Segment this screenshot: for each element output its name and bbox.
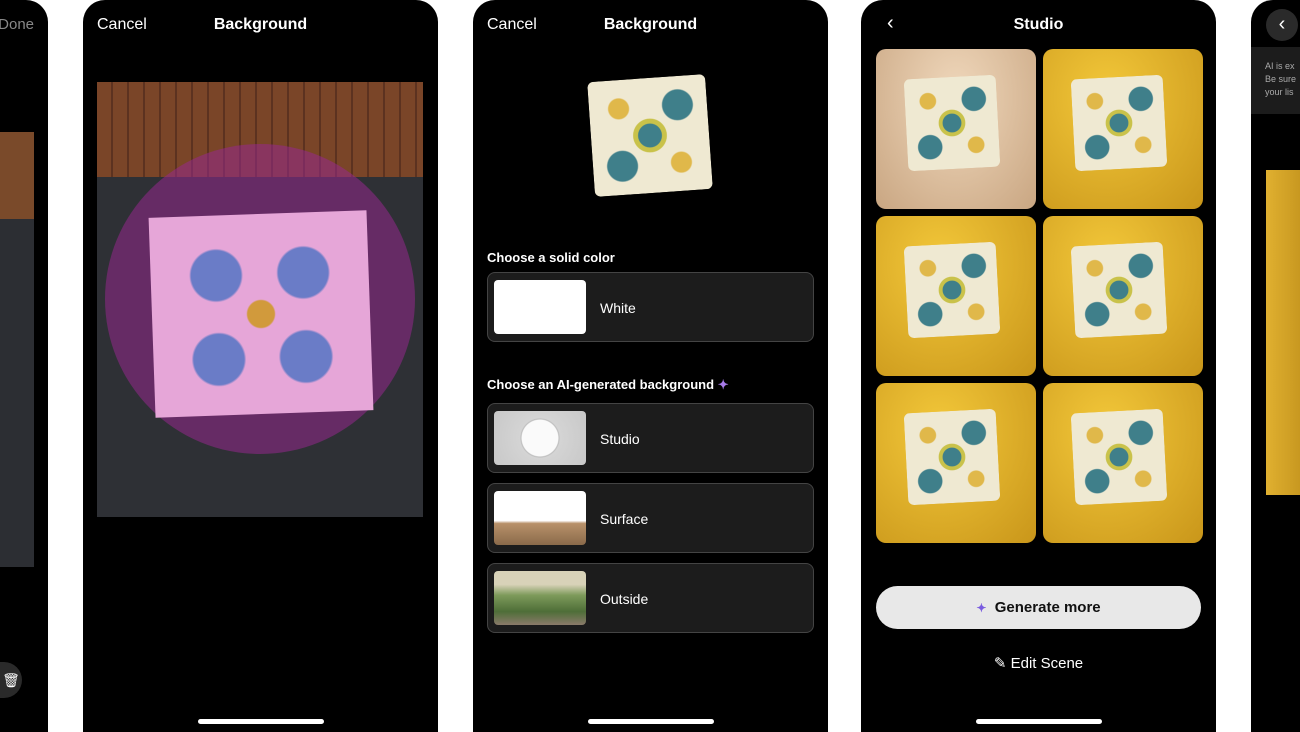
photo-preview — [0, 132, 34, 567]
generated-image[interactable] — [1043, 383, 1203, 543]
option-studio[interactable]: Studio — [487, 403, 814, 473]
generate-more-button[interactable]: ✦ Generate more — [876, 586, 1201, 629]
sparkle-icon: ✦ — [976, 601, 987, 615]
generated-image[interactable] — [876, 383, 1036, 543]
generated-image[interactable] — [1043, 216, 1203, 376]
ai-notice: AI is ex Be sure your lis — [1251, 47, 1300, 114]
option-outside[interactable]: Outside — [487, 563, 814, 633]
generated-image[interactable] — [876, 49, 1036, 209]
screen-5: ‹ AI is ex Be sure your lis — [1251, 0, 1300, 732]
option-label: White — [600, 300, 636, 316]
white-swatch — [494, 280, 586, 334]
home-indicator — [197, 719, 324, 724]
option-label: Surface — [600, 511, 649, 527]
image-preview — [1266, 170, 1300, 495]
surface-thumbnail — [494, 491, 586, 545]
option-label: Studio — [600, 431, 640, 447]
edit-scene-button[interactable]: ✎ Edit Scene — [861, 654, 1216, 672]
screen-2: Cancel Background — [83, 0, 438, 732]
solid-color-heading: Choose a solid color — [487, 250, 615, 265]
option-label: Outside — [600, 591, 649, 607]
back-button[interactable]: ‹ — [1266, 9, 1298, 41]
button-label: Edit Scene — [1010, 655, 1084, 672]
option-surface[interactable]: Surface — [487, 483, 814, 553]
pillow-image — [148, 210, 374, 418]
button-label: Generate more — [994, 599, 1101, 616]
generated-image[interactable] — [876, 216, 1036, 376]
trash-icon[interactable]: 🗑 — [0, 662, 22, 698]
ai-background-heading: Choose an AI-generated background ✦ — [487, 377, 729, 393]
studio-thumbnail — [494, 411, 586, 465]
screen-3: Cancel Background Choose a solid color W… — [473, 0, 828, 732]
option-white[interactable]: White — [487, 272, 814, 342]
photo-preview — [97, 82, 423, 517]
sparkle-icon: ✦ — [717, 377, 729, 392]
page-title: Background — [603, 16, 698, 33]
page-title: Background — [213, 16, 308, 33]
pillow-cutout — [587, 74, 713, 197]
done-button[interactable]: Done — [0, 16, 34, 33]
page-title: Studio — [1013, 16, 1064, 33]
outside-thumbnail — [494, 571, 586, 625]
screen-1: Done 🗑 — [0, 0, 48, 732]
pencil-icon: ✎ — [993, 655, 1007, 672]
heading-text: Choose an AI-generated background — [487, 377, 715, 392]
home-indicator — [587, 719, 714, 724]
home-indicator — [975, 719, 1102, 724]
screen-4: ‹ Studio ✦ Generate more ✎ Edit Scene — [861, 0, 1216, 732]
generated-image[interactable] — [1043, 49, 1203, 209]
